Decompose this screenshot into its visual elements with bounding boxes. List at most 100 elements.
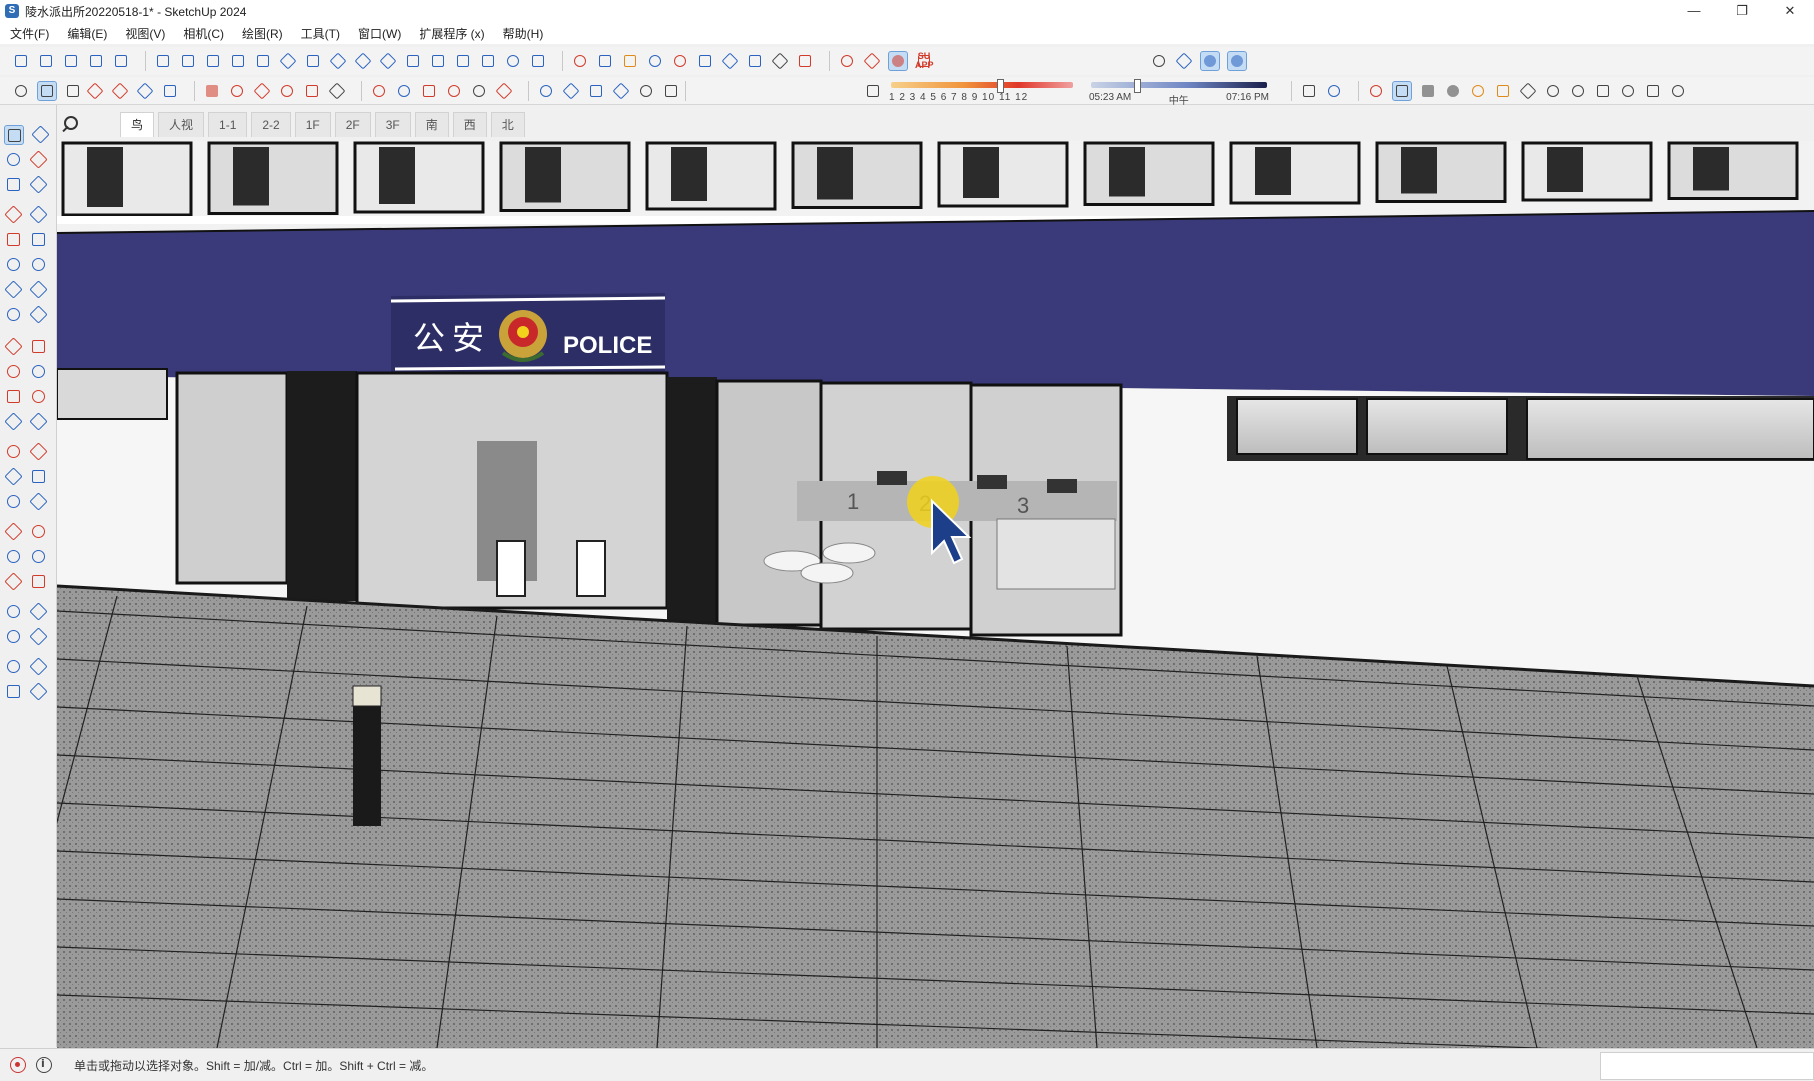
stamp-icon[interactable] <box>29 682 47 700</box>
layers-icon[interactable] <box>87 52 105 70</box>
measurements-box[interactable] <box>1600 1052 1814 1080</box>
rotate-icon[interactable] <box>278 82 296 100</box>
model-info-icon[interactable] <box>1619 82 1637 100</box>
scale-icon[interactable] <box>303 82 321 100</box>
camera-tool-icon[interactable] <box>796 52 814 70</box>
roof-tool-icon[interactable] <box>596 52 614 70</box>
text-icon[interactable] <box>470 82 488 100</box>
rectangle-icon[interactable] <box>4 230 22 248</box>
align-tool-icon[interactable] <box>379 52 397 70</box>
image-tool-icon[interactable] <box>746 52 764 70</box>
wall-tool-icon[interactable] <box>154 52 172 70</box>
geolocation-icon[interactable] <box>10 1057 26 1073</box>
tape-measure-tool-icon[interactable] <box>4 442 22 460</box>
eraser-icon[interactable] <box>86 82 104 100</box>
warehouse-icon[interactable] <box>838 52 856 70</box>
push-pull-tool-icon[interactable] <box>29 337 47 355</box>
tape-measure-icon[interactable] <box>370 82 388 100</box>
style-xray-icon[interactable] <box>1175 52 1193 70</box>
transform-tool-icon[interactable] <box>721 52 739 70</box>
scenes-panel-icon[interactable] <box>1419 82 1437 100</box>
stairs-tool-icon[interactable] <box>304 52 322 70</box>
render-icon[interactable] <box>571 52 589 70</box>
path-tool-icon[interactable] <box>354 52 372 70</box>
two-point-arc-icon[interactable] <box>29 280 47 298</box>
shadow-month-thumb[interactable] <box>997 78 1004 93</box>
su-app-icon[interactable]: SU APP <box>915 52 934 70</box>
grid-tool-icon[interactable] <box>229 52 247 70</box>
menu-camera[interactable]: 相机(C) <box>183 25 224 42</box>
offset-icon[interactable] <box>328 82 346 100</box>
cloud-icon[interactable] <box>1544 82 1562 100</box>
axes-tool-icon[interactable] <box>4 492 22 510</box>
new-document-icon[interactable] <box>1300 82 1318 100</box>
window-panel-icon[interactable] <box>1594 82 1612 100</box>
door-tool-icon[interactable] <box>179 52 197 70</box>
walk-tool-icon[interactable] <box>29 602 47 620</box>
follow-me-icon[interactable] <box>228 82 246 100</box>
paint-bucket-icon[interactable] <box>4 150 22 168</box>
rotate-tool-icon[interactable] <box>279 52 297 70</box>
tab-1f[interactable]: 1F <box>294 111 331 137</box>
railing-tool-icon[interactable] <box>254 52 272 70</box>
column-tool-icon[interactable] <box>479 52 497 70</box>
orbit-icon[interactable] <box>537 82 555 100</box>
dimension-tool-icon[interactable] <box>29 442 47 460</box>
tab-section-2-2[interactable]: 2-2 <box>251 111 291 137</box>
grid-snap-icon[interactable] <box>696 52 714 70</box>
select-tool-icon[interactable] <box>4 125 24 145</box>
curve-tool-icon[interactable] <box>504 52 522 70</box>
pencil-icon[interactable] <box>111 82 129 100</box>
tray-toggle-icon[interactable] <box>1392 80 1412 101</box>
style-builder-icon[interactable] <box>1469 82 1487 100</box>
three-point-arc-icon[interactable] <box>4 305 22 323</box>
smoove-icon[interactable] <box>4 682 22 700</box>
shadow-month-slider[interactable]: 1 2 3 4 5 6 7 8 9 10 11 12 <box>889 78 1075 104</box>
material-tool-icon[interactable] <box>671 52 689 70</box>
tab-3f[interactable]: 3F <box>374 111 411 137</box>
protractor-tool-icon[interactable] <box>4 467 22 485</box>
close-button[interactable]: ✕ <box>1766 0 1814 22</box>
tab-section-1-1[interactable]: 1-1 <box>208 111 248 137</box>
section-plane-icon[interactable] <box>495 82 513 100</box>
move-tool-icon[interactable] <box>4 337 22 355</box>
flip-tool-icon[interactable] <box>4 412 22 430</box>
follow-me-tool-icon[interactable] <box>29 362 47 380</box>
sandbox-grid-icon[interactable] <box>29 657 47 675</box>
array-tool-icon[interactable] <box>404 52 422 70</box>
section-plane-tool-icon[interactable] <box>4 522 22 540</box>
zoom-icon[interactable] <box>12 82 30 100</box>
chevron-down-icon[interactable] <box>662 82 677 100</box>
rotate-tool-icon[interactable] <box>4 362 22 380</box>
sandbox-contours-icon[interactable] <box>4 657 22 675</box>
pan-tool-icon[interactable] <box>29 547 47 565</box>
add-location-icon[interactable] <box>1444 82 1462 100</box>
layout-icon[interactable] <box>1494 82 1512 100</box>
tab-north[interactable]: 北 <box>490 111 525 137</box>
style-shaded-icon[interactable] <box>1200 51 1220 71</box>
position-camera-icon[interactable] <box>4 602 22 620</box>
style-textured-icon[interactable] <box>1227 51 1247 71</box>
zoom-extents-tool-icon[interactable] <box>4 572 22 590</box>
make-group-icon[interactable] <box>37 52 55 70</box>
tab-human-view[interactable]: 人视 <box>158 111 205 137</box>
menu-window[interactable]: 窗口(W) <box>358 25 401 42</box>
lasso-tool-icon[interactable] <box>31 125 49 143</box>
3d-text-icon[interactable] <box>29 492 47 510</box>
dimension-icon[interactable] <box>445 82 463 100</box>
cart-icon[interactable] <box>1644 82 1662 100</box>
dome-tool-icon[interactable] <box>646 52 664 70</box>
zoom-extents-icon[interactable] <box>612 82 630 100</box>
sound-icon[interactable] <box>29 627 47 645</box>
extension-manager-icon[interactable] <box>888 51 908 71</box>
offset-tool-icon[interactable] <box>29 387 47 405</box>
arc-icon[interactable] <box>4 280 22 298</box>
eraser-tool-icon[interactable] <box>29 150 47 168</box>
tab-2f[interactable]: 2F <box>334 111 371 137</box>
move-icon[interactable] <box>253 82 271 100</box>
freehand-icon[interactable] <box>29 205 47 223</box>
user-account-icon[interactable] <box>1325 82 1343 100</box>
search-icon[interactable] <box>58 112 86 136</box>
scale-tool-icon[interactable] <box>4 387 22 405</box>
tab-west[interactable]: 西 <box>452 111 487 137</box>
